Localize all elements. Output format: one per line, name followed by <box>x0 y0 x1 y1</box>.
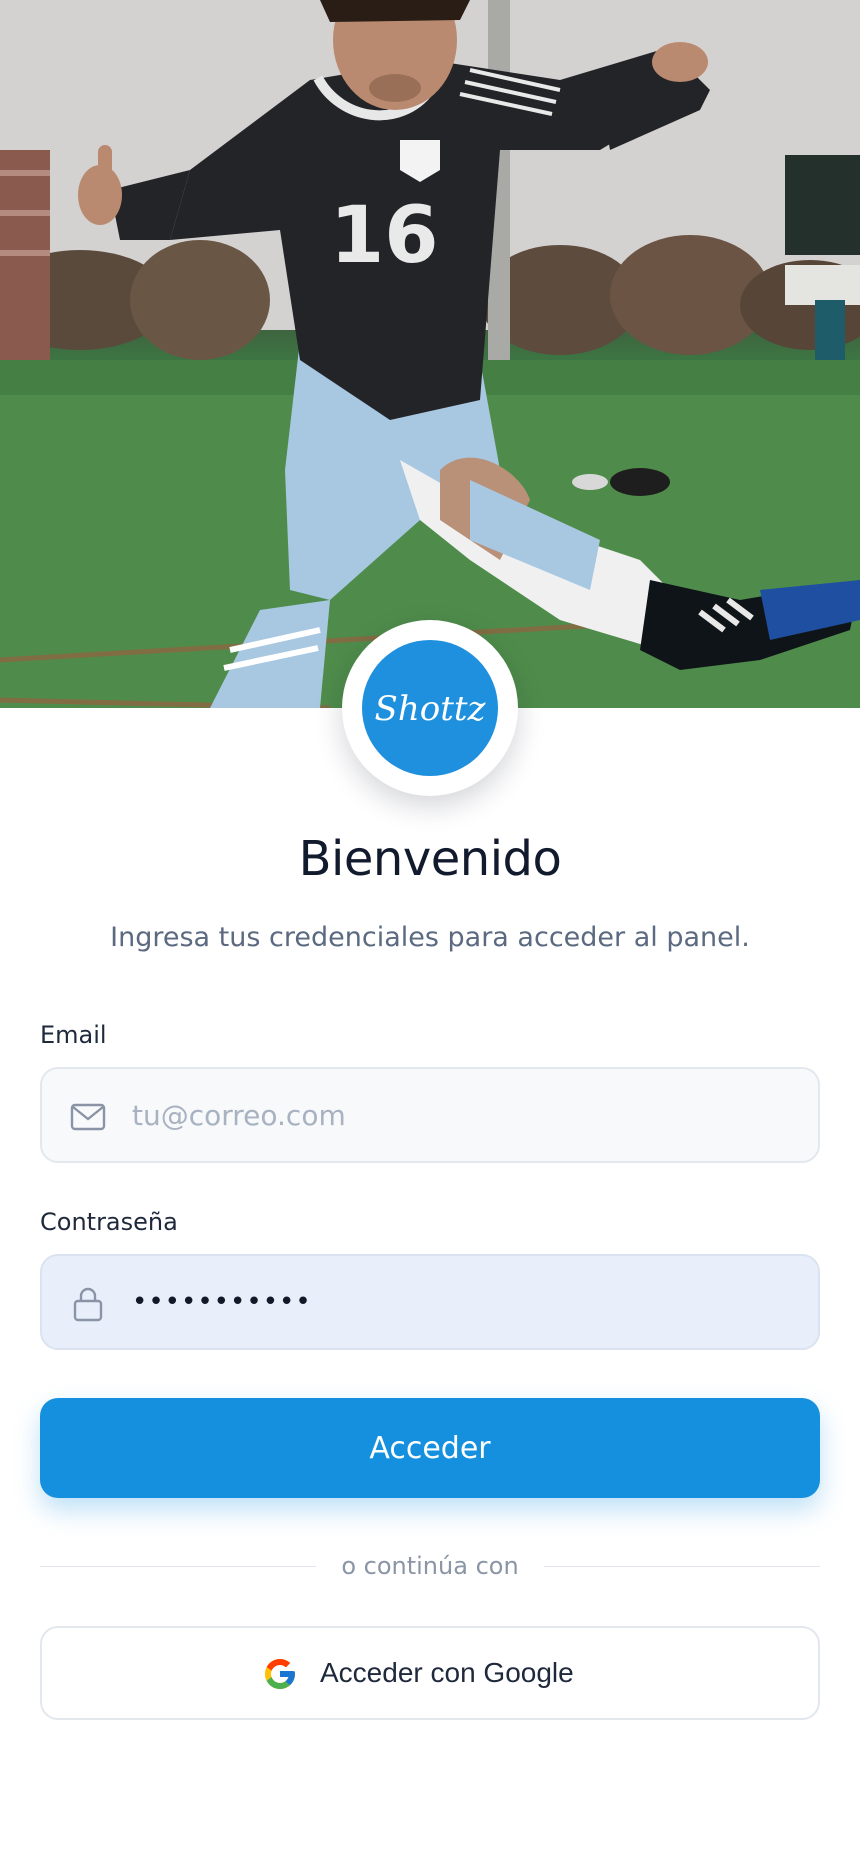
brand-logo-disc: Shottz <box>362 640 498 776</box>
email-field[interactable] <box>40 1067 820 1163</box>
password-label: Contraseña <box>40 1208 178 1236</box>
login-page: 16 Shottz Bienvenido Ingresa tus credenc… <box>0 0 860 1864</box>
password-input[interactable] <box>132 1256 792 1348</box>
page-subtitle: Ingresa tus credenciales para acceder al… <box>110 922 750 953</box>
divider-line-right <box>544 1566 820 1567</box>
hero-illustration: 16 <box>0 0 860 708</box>
hero-image: 16 <box>0 0 860 708</box>
email-label: Email <box>40 1021 107 1049</box>
page-title: Bienvenido <box>298 831 562 887</box>
google-icon <box>262 1656 298 1692</box>
google-login-button[interactable]: Acceder con Google <box>40 1626 820 1720</box>
mail-icon <box>68 1097 108 1137</box>
svg-text:Shottz: Shottz <box>375 689 487 729</box>
svg-text:16: 16 <box>330 191 439 281</box>
brand-logo: Shottz <box>342 620 518 796</box>
google-login-label: Acceder con Google <box>320 1657 574 1688</box>
lock-icon <box>68 1284 108 1324</box>
brand-wordmark: Shottz <box>375 689 487 729</box>
login-button[interactable]: Acceder <box>40 1398 820 1498</box>
divider: o continúa con <box>40 1546 820 1586</box>
email-input[interactable] <box>132 1069 792 1161</box>
password-field[interactable] <box>40 1254 820 1350</box>
